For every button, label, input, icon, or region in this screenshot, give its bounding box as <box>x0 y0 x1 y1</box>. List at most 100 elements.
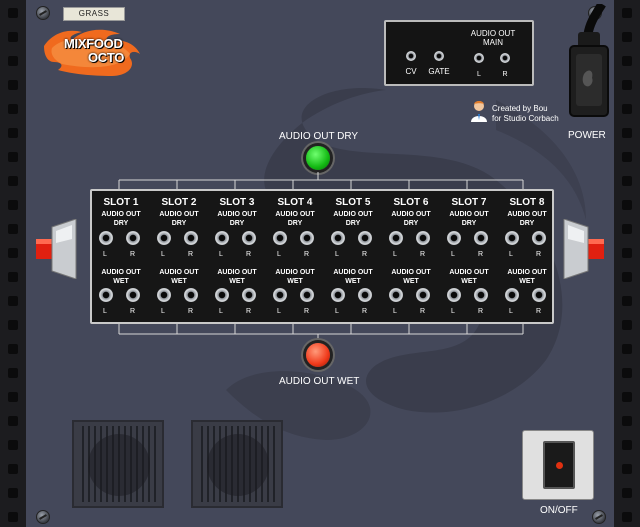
slot-wet-r-label: R <box>362 308 368 315</box>
slot-dry-r-label: R <box>536 251 542 258</box>
slot-wet-label: AUDIO OUT WET <box>217 269 257 285</box>
rail-hole <box>8 392 18 402</box>
rail-hole <box>622 464 632 474</box>
slot-wet-r-label: R <box>536 308 542 315</box>
rail-hole <box>8 248 18 258</box>
power-switch[interactable] <box>522 430 594 500</box>
slot-title: SLOT 6 <box>393 197 429 208</box>
slot-dry-left-jack[interactable] <box>331 231 345 245</box>
slot-wet-left-jack[interactable] <box>99 288 113 302</box>
slot-wet-l-label: L <box>103 308 107 315</box>
slot-dry-right-jack[interactable] <box>358 231 372 245</box>
rail-hole <box>622 56 632 66</box>
slot-wet-right-jack[interactable] <box>184 288 198 302</box>
rail-hole <box>622 104 632 114</box>
slot-dry-left-jack[interactable] <box>447 231 461 245</box>
slot-wet-label: AUDIO OUT WET <box>391 269 431 285</box>
slot-dry-l-label: L <box>451 251 455 258</box>
slot-dry-l-label: L <box>335 251 339 258</box>
rail-hole <box>622 344 632 354</box>
slot-dry-right-jack[interactable] <box>300 231 314 245</box>
slot-wet-right-jack[interactable] <box>126 288 140 302</box>
slot-dry-right-jack[interactable] <box>532 231 546 245</box>
slot-3: SLOT 3 AUDIO OUT DRY L R AUDIO OUT WET L R <box>208 191 266 326</box>
slot-7: SLOT 7 AUDIO OUT DRY L R AUDIO OUT WET L R <box>440 191 498 326</box>
rail-hole <box>622 512 632 522</box>
slot-dry-label: AUDIO OUT DRY <box>391 211 431 227</box>
rocker-switch[interactable] <box>543 441 575 489</box>
rail-hole <box>8 200 18 210</box>
slot-wet-l-label: L <box>509 308 513 315</box>
slot-title: SLOT 3 <box>219 197 255 208</box>
slot-wet-label: AUDIO OUT WET <box>159 269 199 285</box>
slot-wet-left-jack[interactable] <box>157 288 171 302</box>
slot-dry-left-jack[interactable] <box>215 231 229 245</box>
rail-hole <box>622 368 632 378</box>
slot-dry-right-jack[interactable] <box>416 231 430 245</box>
rail-hole <box>8 8 18 18</box>
rail-hole <box>8 416 18 426</box>
slot-wet-l-label: L <box>335 308 339 315</box>
slot-4: SLOT 4 AUDIO OUT DRY L R AUDIO OUT WET L R <box>266 191 324 326</box>
slot-wet-left-jack[interactable] <box>389 288 403 302</box>
rail-hole <box>622 200 632 210</box>
slot-dry-label: AUDIO OUT DRY <box>507 211 547 227</box>
slot-wet-r-label: R <box>304 308 310 315</box>
slot-wet-label: AUDIO OUT WET <box>275 269 315 285</box>
slot-dry-l-label: L <box>103 251 107 258</box>
slot-wet-l-label: L <box>393 308 397 315</box>
slot-title: SLOT 8 <box>509 197 545 208</box>
slot-dry-label: AUDIO OUT DRY <box>159 211 199 227</box>
rail-hole <box>622 272 632 282</box>
rail-hole <box>8 104 18 114</box>
rail-hole <box>622 176 632 186</box>
slot-wet-left-jack[interactable] <box>215 288 229 302</box>
rail-hole <box>8 344 18 354</box>
slot-dry-label: AUDIO OUT DRY <box>101 211 141 227</box>
rail-hole <box>622 8 632 18</box>
slot-title: SLOT 1 <box>103 197 139 208</box>
slot-wet-left-jack[interactable] <box>331 288 345 302</box>
slot-dry-right-jack[interactable] <box>242 231 256 245</box>
slot-wet-label: AUDIO OUT WET <box>333 269 373 285</box>
slot-dry-left-jack[interactable] <box>99 231 113 245</box>
rail-hole <box>8 32 18 42</box>
slot-wet-right-jack[interactable] <box>242 288 256 302</box>
rail-hole <box>622 248 632 258</box>
slot-dry-left-jack[interactable] <box>389 231 403 245</box>
audio-out-wet-jack[interactable] <box>306 343 330 367</box>
slot-dry-left-jack[interactable] <box>157 231 171 245</box>
slot-8: SLOT 8 AUDIO OUT DRY L R AUDIO OUT WET L R <box>498 191 556 326</box>
rail-hole <box>622 224 632 234</box>
slot-dry-right-jack[interactable] <box>126 231 140 245</box>
rack-rail-left <box>0 0 26 527</box>
slot-wet-label: AUDIO OUT WET <box>101 269 141 285</box>
rail-hole <box>8 272 18 282</box>
slot-dry-left-jack[interactable] <box>273 231 287 245</box>
slot-wet-left-jack[interactable] <box>273 288 287 302</box>
slot-wet-r-label: R <box>130 308 136 315</box>
rail-hole <box>622 392 632 402</box>
vent-left <box>72 420 164 508</box>
slot-wet-right-jack[interactable] <box>358 288 372 302</box>
slot-wet-right-jack[interactable] <box>300 288 314 302</box>
rail-hole <box>8 176 18 186</box>
slot-wet-right-jack[interactable] <box>416 288 430 302</box>
rail-hole <box>8 296 18 306</box>
slot-dry-right-jack[interactable] <box>474 231 488 245</box>
slot-dry-right-jack[interactable] <box>184 231 198 245</box>
slot-wet-left-jack[interactable] <box>447 288 461 302</box>
rail-hole <box>8 152 18 162</box>
slot-wet-left-jack[interactable] <box>505 288 519 302</box>
rail-hole <box>8 320 18 330</box>
slot-wet-right-jack[interactable] <box>474 288 488 302</box>
slot-wet-l-label: L <box>161 308 165 315</box>
rail-hole <box>8 80 18 90</box>
rack-handle-left[interactable] <box>36 219 78 279</box>
rack-handle-right[interactable] <box>562 219 604 279</box>
slot-dry-left-jack[interactable] <box>505 231 519 245</box>
slot-wet-l-label: L <box>451 308 455 315</box>
rail-hole <box>622 296 632 306</box>
slot-wet-right-jack[interactable] <box>532 288 546 302</box>
rail-hole <box>622 80 632 90</box>
